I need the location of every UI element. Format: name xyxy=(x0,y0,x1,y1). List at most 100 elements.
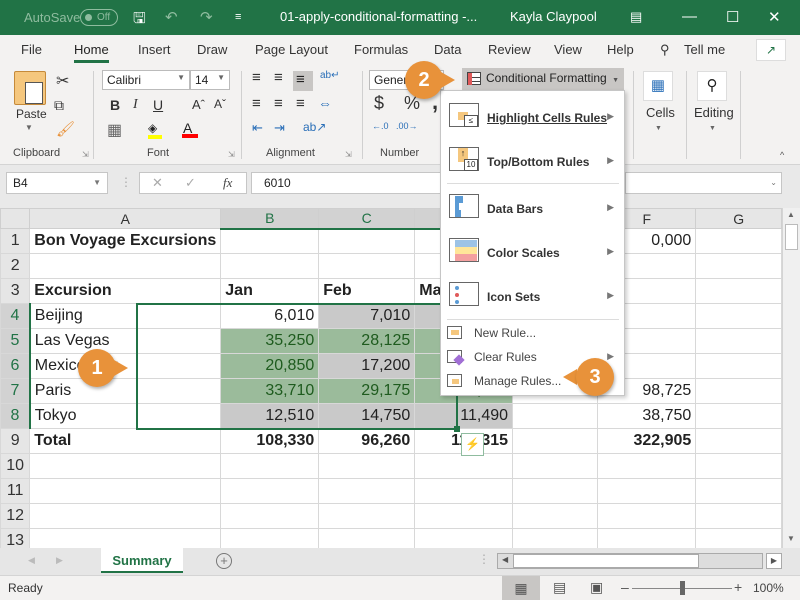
cell-d11[interactable] xyxy=(414,478,514,504)
tab-data[interactable]: Data xyxy=(434,42,461,57)
horizontal-scroll-thumb[interactable] xyxy=(513,554,699,568)
editing-button[interactable]: Editing xyxy=(694,105,734,120)
tab-insert[interactable]: Insert xyxy=(138,42,171,57)
cell-d12[interactable] xyxy=(414,503,514,529)
cells-button[interactable]: Cells xyxy=(646,105,675,120)
cell-b3[interactable]: Jan xyxy=(220,278,320,304)
cell-b5[interactable]: 35,250 xyxy=(220,328,320,354)
select-all-corner[interactable] xyxy=(0,208,31,229)
row-header[interactable]: 5 xyxy=(0,328,31,354)
tab-help[interactable]: Help xyxy=(607,42,634,57)
paste-icon[interactable] xyxy=(14,71,46,105)
menu-item-color-scales[interactable]: Color Scales ▶ xyxy=(441,230,624,274)
clipboard-launcher-icon[interactable]: ⇲ xyxy=(82,150,89,159)
tab-home[interactable]: Home xyxy=(74,42,109,63)
cell-g3[interactable] xyxy=(695,278,782,304)
zoom-in-button[interactable]: + xyxy=(734,579,742,595)
cell-c11[interactable] xyxy=(318,478,416,504)
cell-g12[interactable] xyxy=(695,503,782,529)
horizontal-scrollbar[interactable]: ◀ xyxy=(497,553,763,569)
row-header[interactable]: 12 xyxy=(0,503,31,529)
cell-g13[interactable] xyxy=(695,528,782,548)
scroll-right-icon[interactable]: ▶ xyxy=(766,553,782,569)
cell-g7[interactable] xyxy=(695,378,782,404)
wrap-text-icon[interactable]: ab↵ xyxy=(320,70,340,81)
tab-draw[interactable]: Draw xyxy=(197,42,227,57)
autosave-toggle[interactable]: Off xyxy=(80,9,118,26)
cell-f12[interactable] xyxy=(597,503,697,529)
decrease-font-icon[interactable]: Aˇ xyxy=(214,97,226,111)
fill-color-icon[interactable]: ◈ xyxy=(148,121,164,139)
page-break-preview-icon[interactable]: ▣ xyxy=(590,579,603,596)
cell-g6[interactable] xyxy=(695,353,782,379)
row-header[interactable]: 7 xyxy=(0,378,31,404)
cell-a9[interactable]: Total xyxy=(29,428,222,454)
row-header[interactable]: 6 xyxy=(0,353,31,379)
tab-formulas[interactable]: Formulas xyxy=(354,42,408,57)
cell-b7[interactable]: 33,710 xyxy=(220,378,320,404)
cell-f8[interactable]: 38,750 xyxy=(597,403,697,429)
cell-g2[interactable] xyxy=(695,253,782,279)
row-header[interactable]: 13 xyxy=(0,528,31,548)
cut-icon[interactable]: ✂ xyxy=(56,71,69,91)
cell-b2[interactable] xyxy=(220,253,320,279)
increase-font-icon[interactable]: Aˆ xyxy=(192,97,205,112)
vertical-scrollbar[interactable]: ▲ ▼ xyxy=(782,208,800,548)
cell-a7[interactable]: Paris xyxy=(29,378,222,404)
underline-button[interactable]: U xyxy=(153,97,163,113)
cell-d10[interactable] xyxy=(414,453,514,479)
zoom-out-button[interactable]: – xyxy=(621,579,629,595)
cell-e11[interactable] xyxy=(512,478,599,504)
cell-b4[interactable]: 6,010 xyxy=(220,303,320,329)
cell-e12[interactable] xyxy=(512,503,599,529)
center-icon[interactable]: ≡ xyxy=(274,95,283,112)
column-header-g[interactable]: G xyxy=(695,208,782,229)
row-header[interactable]: 3 xyxy=(0,278,31,304)
cell-f11[interactable] xyxy=(597,478,697,504)
cell-g8[interactable] xyxy=(695,403,782,429)
cell-a8[interactable]: Tokyo xyxy=(29,403,222,429)
column-header-b[interactable]: B xyxy=(220,208,320,230)
cell-f10[interactable] xyxy=(597,453,697,479)
top-align-icon[interactable]: ≡ xyxy=(252,69,261,86)
save-icon[interactable]: 🖫 xyxy=(133,8,146,33)
cell-a11[interactable] xyxy=(29,478,222,504)
font-name-combo[interactable]: Calibri ▼ xyxy=(102,70,190,90)
cell-a13[interactable] xyxy=(29,528,222,548)
paste-button[interactable]: Paste xyxy=(16,107,47,121)
italic-button[interactable]: I xyxy=(133,97,138,113)
collapse-ribbon-icon[interactable]: ^ xyxy=(780,150,784,160)
cell-c9[interactable]: 96,260 xyxy=(318,428,416,454)
cell-e9[interactable] xyxy=(512,428,599,454)
cell-e10[interactable] xyxy=(512,453,599,479)
cell-a2[interactable] xyxy=(29,253,222,279)
tab-page-layout[interactable]: Page Layout xyxy=(255,42,328,57)
tab-file[interactable]: File xyxy=(21,42,42,57)
formula-input-overflow[interactable]: ⌄ xyxy=(625,172,782,194)
paste-dropdown-icon[interactable]: ▼ xyxy=(25,123,33,132)
cell-e8[interactable] xyxy=(512,403,599,429)
cell-c7[interactable]: 29,175 xyxy=(318,378,416,404)
row-header[interactable]: 2 xyxy=(0,253,31,279)
row-header[interactable]: 1 xyxy=(0,228,31,254)
cell-c8[interactable]: 14,750 xyxy=(318,403,416,429)
align-left-icon[interactable]: ≡ xyxy=(252,95,261,112)
conditional-formatting-button[interactable]: Conditional Formatting ▼ xyxy=(462,68,624,90)
customize-qat-icon[interactable]: ≡ xyxy=(235,11,241,23)
increase-indent-icon[interactable]: ⇥ xyxy=(274,120,285,136)
orientation-icon[interactable]: ab↗ xyxy=(303,120,326,134)
worksheet-grid[interactable]: A B C D E F G 1Bon Voyage Excursions0,00… xyxy=(0,208,782,548)
tab-view[interactable]: View xyxy=(554,42,582,57)
row-header[interactable]: 9 xyxy=(0,428,31,454)
font-color-icon[interactable]: A xyxy=(182,120,199,138)
cancel-icon[interactable]: ✕ xyxy=(152,175,163,191)
cell-c13[interactable] xyxy=(318,528,416,548)
cell-g11[interactable] xyxy=(695,478,782,504)
column-header-a[interactable]: A xyxy=(29,208,222,229)
cell-f13[interactable] xyxy=(597,528,697,548)
cell-c10[interactable] xyxy=(318,453,416,479)
cell-a5[interactable]: Las Vegas xyxy=(29,328,222,354)
tab-review[interactable]: Review xyxy=(488,42,531,57)
zoom-level[interactable]: 100% xyxy=(753,581,784,595)
row-header[interactable]: 10 xyxy=(0,453,31,479)
